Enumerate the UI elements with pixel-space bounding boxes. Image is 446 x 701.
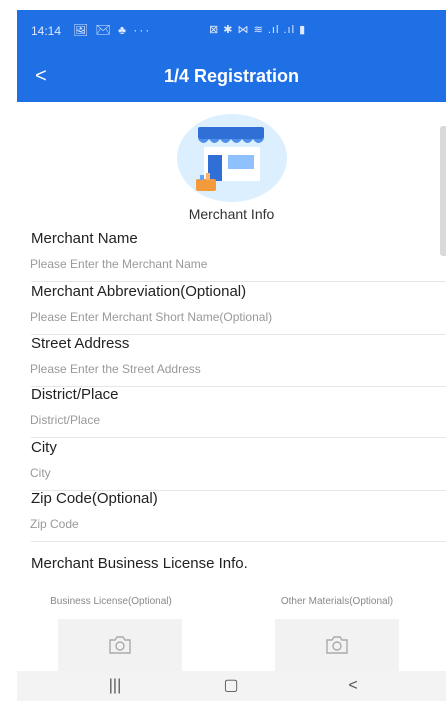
merchant-abbreviation-field: Merchant Abbreviation(Optional) [17,283,446,335]
merchant-abbreviation-input[interactable] [30,307,430,327]
app-screen: 14:14 🖼 ✉ ♣ ··· ⊠ ✱ ⋈ ≋ .ıl .ıl ▮ < 1/4 … [17,10,446,701]
district-place-input[interactable] [30,410,430,430]
section-title: Merchant Info [188,206,275,222]
license-section-title: Merchant Business License Info. [31,555,248,572]
street-address-field: Street Address [17,335,446,387]
city-field: City [17,439,446,491]
field-label: City [31,439,57,456]
page-title: 1/4 Registration [163,66,300,86]
field-label: Street Address [31,335,130,352]
camera-icon [326,636,348,654]
field-label: Merchant Abbreviation(Optional) [31,283,247,300]
shop-illustration [177,114,287,202]
nav-back-icon[interactable]: < [333,674,373,698]
zip-code-input[interactable] [30,514,430,534]
recent-apps-icon[interactable]: ||| [95,674,135,698]
camera-icon [109,636,131,654]
divider [31,541,446,542]
other-materials-caption: Other Materials(Optional) [280,596,394,607]
merchant-name-input[interactable] [30,254,430,274]
home-icon[interactable]: ▢ [211,674,251,698]
field-label: Zip Code(Optional) [31,490,158,507]
merchant-name-field: Merchant Name [17,230,446,282]
notification-icons: 🖼 ✉ ♣ ··· [73,23,152,37]
field-label: Merchant Name [31,230,138,247]
divider [31,281,446,282]
district-place-field: District/Place [17,386,446,438]
street-address-input[interactable] [30,359,430,379]
title-bar: < 1/4 Registration [17,52,446,102]
status-bar: 14:14 🖼 ✉ ♣ ··· ⊠ ✱ ⋈ ≋ .ıl .ıl ▮ [17,10,446,52]
system-status-icons: ⊠ ✱ ⋈ ≋ .ıl .ıl ▮ [209,24,307,36]
business-license-caption: Business License(Optional) [50,596,172,607]
status-time: 14:14 [31,24,62,38]
zip-code-field: Zip Code(Optional) [17,490,446,542]
city-input[interactable] [30,463,430,483]
field-label: District/Place [31,386,119,403]
system-nav-bar: ||| ▢ < [17,671,446,701]
divider [31,437,446,438]
